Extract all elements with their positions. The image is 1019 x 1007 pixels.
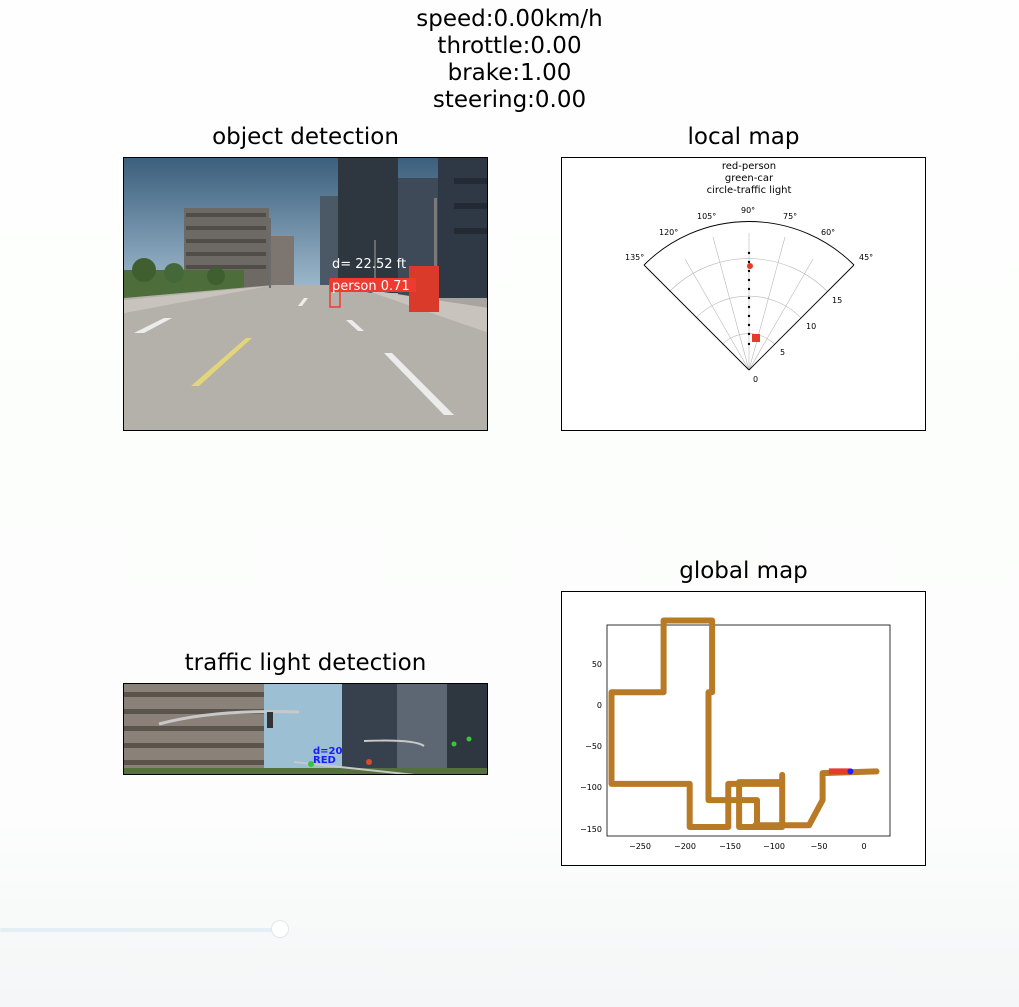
distance-label: d= 22.52 ft xyxy=(332,257,406,272)
detection-label: person 0.71 xyxy=(332,279,410,294)
speed-readout: speed:0.00km/h xyxy=(416,6,603,32)
x-tick-label: −50 xyxy=(811,842,828,851)
local-map-title: local map xyxy=(687,124,800,150)
global-map-title: global map xyxy=(679,558,808,584)
angle-label-75: 75° xyxy=(783,212,797,221)
x-tick-label: −250 xyxy=(629,842,651,851)
x-tick-label: −200 xyxy=(674,842,696,851)
angle-label-45: 45° xyxy=(859,253,873,262)
object-detection-title: object detection xyxy=(212,124,399,150)
camera-image: person 0.71 d= 22.52 ft xyxy=(124,158,487,430)
y-tick-label: −50 xyxy=(585,742,602,751)
global-map-view: −250 −200 −150 −100 −50 0 50 0 −50 −100 … xyxy=(561,591,926,866)
traffic-camera-image: d=20 RED xyxy=(124,684,487,774)
legend-car: green-car xyxy=(725,173,774,184)
playback-slider-thumb[interactable] xyxy=(271,920,289,938)
y-tick-label: −100 xyxy=(580,783,602,792)
radius-label-0: 0 xyxy=(753,375,758,384)
angle-label-105: 105° xyxy=(697,212,716,221)
radius-label-10: 10 xyxy=(806,322,816,331)
local-polar-plot: red-person green-car circle-traffic ligh… xyxy=(625,161,873,384)
person-marker-square xyxy=(752,334,760,342)
y-tick-label: 0 xyxy=(597,701,602,710)
playback-slider-track[interactable] xyxy=(0,928,280,932)
y-tick-label: −150 xyxy=(580,825,602,834)
angle-label-60: 60° xyxy=(821,228,835,237)
global-route-plot: −250 −200 −150 −100 −50 0 50 0 −50 −100 … xyxy=(580,617,891,851)
y-tick-label: 50 xyxy=(592,660,602,669)
x-tick-label: 0 xyxy=(861,842,866,851)
traffic-state-label: RED xyxy=(313,755,336,766)
radius-label-5: 5 xyxy=(780,348,785,357)
object-detection-view: person 0.71 d= 22.52 ft xyxy=(123,157,488,431)
local-map-view: red-person green-car circle-traffic ligh… xyxy=(561,157,926,431)
angle-label-90: 90° xyxy=(741,206,755,215)
traffic-light-detection-view: d=20 RED xyxy=(123,683,488,775)
steering-readout: steering:0.00 xyxy=(432,87,587,113)
throttle-readout: throttle:0.00 xyxy=(437,33,582,59)
traffic-light-detection-title: traffic light detection xyxy=(184,650,427,676)
angle-label-135: 135° xyxy=(625,253,644,262)
x-tick-label: −100 xyxy=(763,842,785,851)
legend-traffic-light: circle-traffic light xyxy=(707,185,792,196)
legend-person: red-person xyxy=(722,161,776,172)
plot-area xyxy=(606,624,891,837)
angle-label-120: 120° xyxy=(659,228,678,237)
vehicle-position-marker xyxy=(847,768,854,775)
radius-label-15: 15 xyxy=(832,296,842,305)
brake-readout: brake:1.00 xyxy=(447,60,572,86)
person-marker xyxy=(747,263,753,269)
x-tick-label: −150 xyxy=(719,842,741,851)
